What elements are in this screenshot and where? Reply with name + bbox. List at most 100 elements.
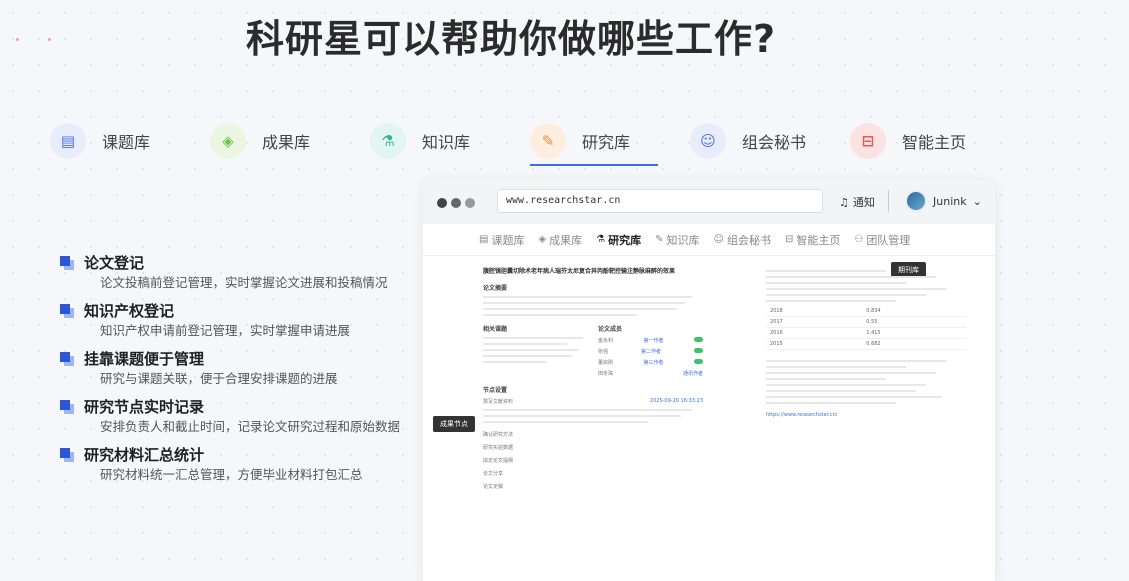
related-topics: 相关课题 [483,324,588,377]
inner-tab-homepage[interactable]: ⊟ 智能主页 [785,232,840,248]
homepage-link[interactable]: https://www.researchstar.cn/ [766,412,966,418]
detail-right-pane: 2018 0.834 2017 0.55 2016 1.415 2015 0.682 h… [766,266,966,418]
member-row: 田冬珠 通讯作者 [598,370,703,377]
table-cell: 0.682 [862,338,966,350]
topic-library-icon: ▤ [50,123,86,159]
browser-mockup: www.researchstar.cn ♫ 通知 Junink ⌄ ▤ 课题库 ◈… [423,180,995,581]
flask-icon: ⚗ [596,234,606,245]
square-bullet-icon [60,352,74,366]
inner-tab-label: 知识库 [666,233,700,247]
table-cell: 0.55 [862,316,966,328]
square-bullet-icon [60,256,74,270]
text-line [483,308,677,310]
topic-icon: ▤ [479,234,489,245]
square-bullet-icon [60,304,74,318]
table-cell: 0.834 [862,306,966,317]
member-name: 董启刚 [598,360,614,366]
text-line [483,314,637,316]
square-bullet-icon [60,448,74,462]
text-line [766,276,936,278]
table-row: 2015 0.682 [766,338,966,350]
square-bullet-icon [60,400,74,414]
inner-tab-knowledge[interactable]: ✎ 知识库 [655,232,699,248]
text-line [766,300,896,302]
text-line [483,421,648,423]
table-cell: 1.415 [862,327,966,339]
user-menu[interactable]: Junink ⌄ [905,190,982,212]
node-name: 拟定论文提纲 [483,458,514,464]
table-row: 2017 0.55 [766,316,966,328]
tab-label: 成果库 [262,133,311,152]
node-name: 撰写文献资料 [483,399,514,405]
member-tag: 通讯作者 [682,371,703,377]
feature-item: 知识产权登记 知识产权申请前登记管理，实时掌握申请进展 [60,300,410,340]
toggle-switch[interactable] [694,348,703,353]
tab-achievement-library[interactable]: ◈ 成果库 [210,118,310,164]
text-line [766,294,926,296]
node-date: 2025-09-20 16:33:23 [649,398,703,404]
inner-tab-research[interactable]: ⚗ 研究库 [596,232,641,248]
feature-desc: 知识产权申请前登记管理，实时掌握申请进展 [100,323,351,338]
detail-left-pane: 腹腔镜胆囊切除术老年病人瑞芬太尼复合异丙酚靶控输注静脉麻醉的效果 论文摘要 相关… [483,266,703,490]
inner-tab-label: 组会秘书 [726,233,771,247]
node-row: 确认研究方法 [483,431,703,438]
feature-item: 研究材料汇总统计 研究材料统一汇总管理，方便毕业材料打包汇总 [60,444,410,484]
tab-topic-library[interactable]: ▤ 课题库 [50,118,150,164]
member-row: 张强 第二作者 [598,348,703,355]
tab-label: 研究库 [582,133,631,152]
inner-tab-team[interactable]: ⚇ 团队管理 [854,232,910,248]
text-line [766,288,946,290]
tab-smart-homepage[interactable]: ⊟ 智能主页 [850,118,966,164]
notify-button[interactable]: ♫ 通知 [839,194,875,210]
feature-title: 知识产权登记 [84,302,175,320]
category-tabs: ▤ 课题库 ◈ 成果库 ⚗ 知识库 ✎ 研究库 ☺ 组会秘书 ⊟ 智能主页 [0,118,1129,168]
member-name: 田冬珠 [598,371,614,377]
feature-title: 论文登记 [84,254,145,272]
node-row: 论文定稿 [483,483,703,490]
tab-label: 知识库 [422,133,471,152]
feature-desc: 论文投稿前登记管理，实时掌握论文进展和投稿情况 [100,275,388,290]
inner-nav-tabs: ▤ 课题库 ◈ 成果库 ⚗ 研究库 ✎ 知识库 ☺ 组会秘书 ⊟ 智能主页 ⚇ 团队管理 [423,224,995,256]
node-name: 确认研究方法 [483,432,514,438]
address-bar[interactable]: www.researchstar.cn [497,189,823,213]
window-dot [465,198,475,208]
tab-research-library[interactable]: ✎ 研究库 [530,118,630,164]
text-line [483,415,681,417]
text-line [483,343,567,345]
text-line [766,360,946,362]
text-line [483,302,686,304]
inner-tab-topic[interactable]: ▤ 课题库 [479,232,524,248]
inner-tab-achievement[interactable]: ◈ 成果库 [538,232,582,248]
person-icon: ☺ [713,234,724,245]
toggle-switch[interactable] [694,337,703,342]
toggle-switch[interactable] [694,359,703,364]
research-detail-view: 腹腔镜胆囊切除术老年病人瑞芬太尼复合异丙酚靶控输注静脉麻醉的效果 论文摘要 相关… [423,256,995,581]
inner-tab-label: 智能主页 [796,233,841,247]
cube-icon: ◈ [538,234,547,245]
inner-tab-meeting[interactable]: ☺ 组会秘书 [714,232,771,248]
table-cell: 2018 [766,306,863,317]
tab-knowledge-library[interactable]: ⚗ 知识库 [370,118,470,164]
text-line [483,409,692,411]
related-row: 相关课题 论文成员 金永利 第一作者 张强 第二作者 董启刚 第三作者 田冬珠 通讯作者 [483,324,703,377]
text-line [766,282,906,284]
table-cell: 2015 [766,338,863,350]
active-tab-indicator [530,164,658,166]
inner-tab-label: 研究库 [608,233,642,247]
text-line [483,355,573,357]
table-row: 2016 1.415 [766,327,966,339]
smart-homepage-icon: ⊟ [850,123,886,159]
tab-meeting-secretary[interactable]: ☺ 组会秘书 [690,118,806,164]
book-icon: ✎ [655,234,664,245]
toolbar-divider [888,190,889,212]
member-row: 金永利 第一作者 [598,337,703,344]
feature-list: 论文登记 论文投稿前登记管理，实时掌握论文进展和投稿情况 知识产权登记 知识产权… [60,252,410,492]
feature-item: 研究节点实时记录 安排负责人和截止时间，记录论文研究过程和原始数据 [60,396,410,436]
notify-label: 通知 [852,196,875,209]
text-line [483,296,692,298]
inner-tab-label: 课题库 [491,233,525,247]
inner-tab-label: 成果库 [549,233,583,247]
decor-dot [48,38,51,41]
impact-table: 2018 0.834 2017 0.55 2016 1.415 2015 0.682 [766,306,966,350]
feature-title: 研究节点实时记录 [84,398,205,416]
